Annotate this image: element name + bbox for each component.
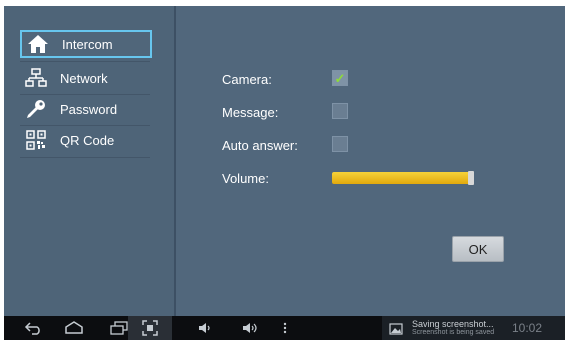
recent-apps-icon[interactable] — [108, 319, 130, 337]
camera-checkbox[interactable]: ✓ — [332, 70, 348, 86]
check-icon: ✓ — [334, 70, 346, 86]
sidebar: Intercom Network Password QR Code — [4, 6, 174, 316]
message-checkbox[interactable] — [332, 103, 348, 119]
screenshot-icon[interactable] — [140, 319, 160, 337]
volume-slider-thumb[interactable] — [468, 171, 474, 185]
volume-up-icon[interactable] — [240, 319, 262, 337]
volume-down-icon[interactable] — [196, 319, 214, 337]
key-icon — [24, 98, 48, 120]
auto-answer-label: Auto answer: — [222, 138, 298, 153]
sidebar-item-network[interactable]: Network — [20, 64, 152, 92]
camera-label: Camera: — [222, 72, 272, 87]
qr-code-icon — [24, 129, 48, 151]
home-icon — [26, 33, 50, 55]
auto-answer-checkbox[interactable] — [332, 136, 348, 152]
home-icon[interactable] — [62, 319, 86, 337]
intercom-settings-panel: Camera: ✓ Message: Auto answer: Volume: … — [176, 6, 565, 316]
system-navigation-bar: Saving screenshot... Screenshot is being… — [4, 316, 565, 340]
message-label: Message: — [222, 105, 279, 120]
sidebar-item-label: Intercom — [62, 36, 113, 52]
sidebar-item-intercom[interactable]: Intercom — [20, 30, 152, 58]
divider — [20, 157, 150, 158]
sidebar-item-label: Password — [60, 101, 118, 117]
app-screen: Intercom Network Password QR Code Camera… — [4, 6, 565, 340]
divider — [20, 61, 150, 62]
sidebar-item-password[interactable]: Password — [20, 95, 152, 123]
screenshot-notification[interactable]: Saving screenshot... Screenshot is being… — [382, 316, 565, 340]
clock: 10:02 — [512, 321, 543, 335]
sidebar-item-label: QR Code — [60, 132, 115, 148]
network-icon — [24, 67, 48, 89]
image-icon — [388, 320, 404, 338]
ok-button[interactable]: OK — [452, 236, 504, 262]
sidebar-item-qr-code[interactable]: QR Code — [20, 126, 152, 154]
notification-title: Saving screenshot... — [412, 319, 494, 329]
volume-label: Volume: — [222, 171, 269, 186]
volume-slider-fill — [332, 172, 470, 184]
sidebar-item-label: Network — [60, 70, 108, 86]
volume-slider[interactable] — [332, 171, 474, 185]
menu-icon[interactable] — [280, 319, 290, 337]
back-icon[interactable] — [22, 319, 44, 337]
notification-subtitle: Screenshot is being saved — [412, 329, 495, 336]
